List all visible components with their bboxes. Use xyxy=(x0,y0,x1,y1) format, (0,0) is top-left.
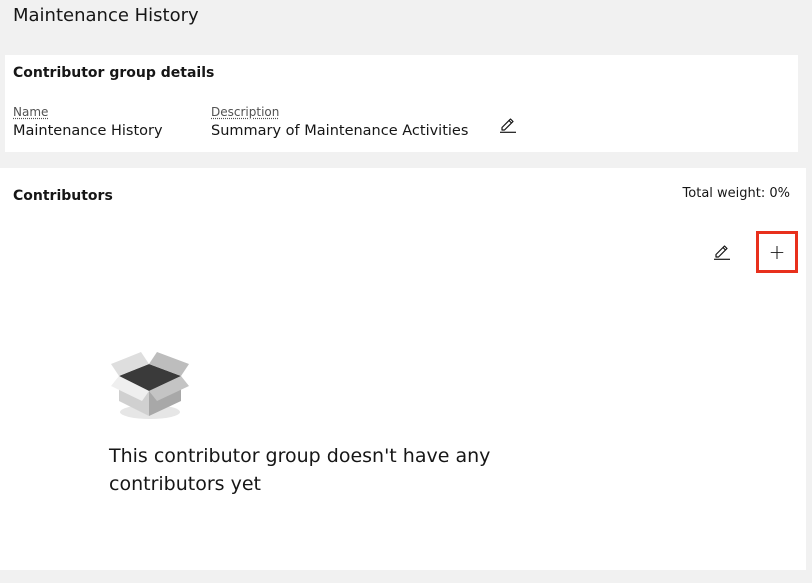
name-label: Name xyxy=(13,105,49,119)
description-field: Description Summary of Maintenance Activ… xyxy=(211,105,468,140)
name-field: Name Maintenance History xyxy=(13,105,163,140)
description-value: Summary of Maintenance Activities xyxy=(211,123,469,139)
add-contributor-button[interactable]: + xyxy=(756,231,798,273)
page-title: Maintenance History xyxy=(13,5,199,26)
contributor-group-details-card: Contributor group details Name Maintenan… xyxy=(5,55,798,152)
empty-state-message: This contributor group doesn't have any … xyxy=(109,445,491,495)
pencil-icon xyxy=(500,118,516,133)
description-label: Description xyxy=(211,105,280,119)
empty-box-icon xyxy=(109,346,191,422)
pencil-icon xyxy=(714,245,730,260)
edit-contributors-button[interactable] xyxy=(710,239,734,263)
edit-details-button[interactable] xyxy=(496,112,520,136)
plus-icon: + xyxy=(768,240,786,264)
contributors-title: Contributors xyxy=(13,188,113,204)
total-weight: Total weight: 0% xyxy=(682,186,790,201)
details-card-title: Contributor group details xyxy=(13,65,215,81)
name-value: Maintenance History xyxy=(13,123,163,139)
contributors-card: Contributors Total weight: 0% + This con… xyxy=(0,168,806,570)
